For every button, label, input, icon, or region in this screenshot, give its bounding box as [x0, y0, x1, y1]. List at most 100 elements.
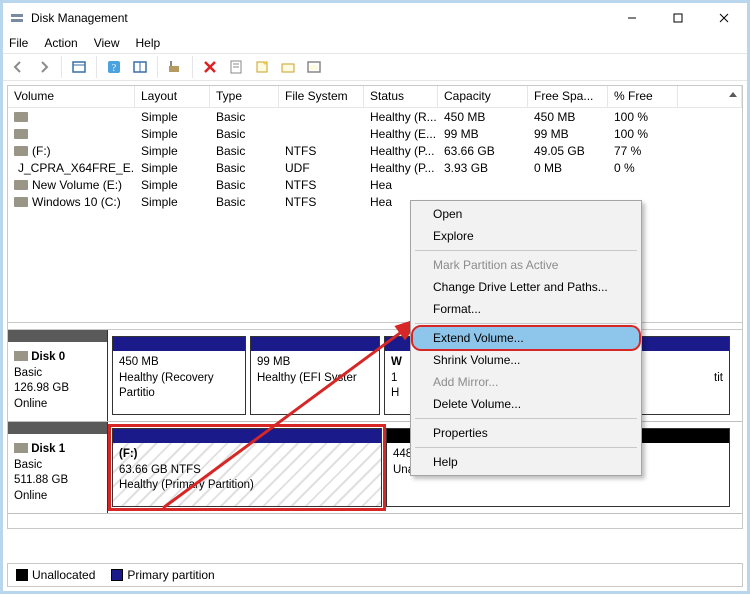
- partition[interactable]: 99 MBHealthy (EFI Syster: [250, 336, 380, 415]
- properties-button[interactable]: [225, 56, 247, 78]
- menu-action[interactable]: Action: [44, 36, 77, 50]
- refresh-button[interactable]: [129, 56, 151, 78]
- col-pctfree[interactable]: % Free: [608, 86, 678, 107]
- volume-icon: [14, 129, 28, 139]
- volume-status: Hea: [364, 176, 438, 193]
- volume-free: 0 MB: [528, 159, 608, 176]
- menu-view[interactable]: View: [94, 36, 120, 50]
- views-button[interactable]: [68, 56, 90, 78]
- volume-name: (F:): [32, 144, 51, 158]
- ctx-change-letter[interactable]: Change Drive Letter and Paths...: [413, 276, 639, 298]
- volume-layout: Simple: [135, 108, 210, 125]
- volume-layout: Simple: [135, 159, 210, 176]
- volume-row[interactable]: New Volume (E:)SimpleBasicNTFSHea: [8, 176, 742, 193]
- volume-type: Basic: [210, 125, 279, 142]
- partition[interactable]: (F:)63.66 GB NTFSHealthy (Primary Partit…: [112, 428, 382, 507]
- menu-help[interactable]: Help: [136, 36, 161, 50]
- ctx-explore[interactable]: Explore: [413, 225, 639, 247]
- col-capacity[interactable]: Capacity: [438, 86, 528, 107]
- col-scroll: [678, 86, 742, 107]
- volume-capacity: 63.66 GB: [438, 142, 528, 159]
- volume-fs: NTFS: [279, 176, 364, 193]
- volume-layout: Simple: [135, 125, 210, 142]
- volume-fs: NTFS: [279, 142, 364, 159]
- col-volume[interactable]: Volume: [8, 86, 135, 107]
- col-freespace[interactable]: Free Spa...: [528, 86, 608, 107]
- help-button[interactable]: ?: [103, 56, 125, 78]
- ctx-delete-volume[interactable]: Delete Volume...: [413, 393, 639, 415]
- volume-fs: UDF: [279, 159, 364, 176]
- menubar: File Action View Help: [3, 33, 747, 53]
- toolbar: ?: [3, 53, 747, 81]
- volume-icon: [14, 112, 28, 122]
- window-title: Disk Management: [31, 11, 609, 25]
- delete-button[interactable]: [199, 56, 221, 78]
- col-status[interactable]: Status: [364, 86, 438, 107]
- volume-icon: [14, 180, 28, 190]
- volume-row[interactable]: SimpleBasicHealthy (E...99 MB99 MB100 %: [8, 125, 742, 142]
- app-icon: [9, 10, 25, 26]
- ctx-add-mirror: Add Mirror...: [413, 371, 639, 393]
- volume-pct: 100 %: [608, 108, 678, 125]
- minimize-button[interactable]: [609, 3, 655, 33]
- maximize-button[interactable]: [655, 3, 701, 33]
- col-type[interactable]: Type: [210, 86, 279, 107]
- ctx-mark-active: Mark Partition as Active: [413, 254, 639, 276]
- titlebar: Disk Management: [3, 3, 747, 33]
- volume-fs: NTFS: [279, 193, 364, 210]
- volume-type: Basic: [210, 193, 279, 210]
- disk-info[interactable]: Disk 1Basic511.88 GBOnline: [8, 422, 108, 513]
- volume-name: J_CPRA_X64FRE_E...: [18, 161, 135, 175]
- partition[interactable]: 450 MBHealthy (Recovery Partitio: [112, 336, 246, 415]
- forward-button[interactable]: [33, 56, 55, 78]
- volume-type: Basic: [210, 159, 279, 176]
- volume-layout: Simple: [135, 193, 210, 210]
- volume-row[interactable]: J_CPRA_X64FRE_E...SimpleBasicUDFHealthy …: [8, 159, 742, 176]
- volume-fs: [279, 108, 364, 125]
- volume-type: Basic: [210, 142, 279, 159]
- ctx-extend-volume[interactable]: Extend Volume...: [413, 327, 639, 349]
- disk-icon: [14, 351, 28, 361]
- volume-row[interactable]: SimpleBasicHealthy (R...450 MB450 MB100 …: [8, 108, 742, 125]
- volume-icon: [14, 146, 28, 156]
- action2-button[interactable]: [303, 56, 325, 78]
- menu-file[interactable]: File: [9, 36, 28, 50]
- volume-layout: Simple: [135, 176, 210, 193]
- ctx-shrink-volume[interactable]: Shrink Volume...: [413, 349, 639, 371]
- volume-capacity: [438, 176, 528, 193]
- volume-free: 49.05 GB: [528, 142, 608, 159]
- volume-pct: 0 %: [608, 159, 678, 176]
- volume-table-header: Volume Layout Type File System Status Ca…: [8, 86, 742, 108]
- action1-button[interactable]: [277, 56, 299, 78]
- volume-capacity: 450 MB: [438, 108, 528, 125]
- ctx-open[interactable]: Open: [413, 203, 639, 225]
- col-layout[interactable]: Layout: [135, 86, 210, 107]
- volume-type: Basic: [210, 176, 279, 193]
- ctx-properties[interactable]: Properties: [413, 422, 639, 444]
- volume-free: [528, 176, 608, 193]
- volume-free: 99 MB: [528, 125, 608, 142]
- volume-status: Healthy (P...: [364, 142, 438, 159]
- volume-type: Basic: [210, 108, 279, 125]
- volume-pct: 100 %: [608, 125, 678, 142]
- back-button[interactable]: [7, 56, 29, 78]
- col-filesystem[interactable]: File System: [279, 86, 364, 107]
- volume-capacity: 3.93 GB: [438, 159, 528, 176]
- new-button[interactable]: [251, 56, 273, 78]
- svg-text:?: ?: [112, 63, 117, 74]
- close-button[interactable]: [701, 3, 747, 33]
- ctx-help[interactable]: Help: [413, 451, 639, 473]
- volume-pct: [608, 176, 678, 193]
- volume-status: Healthy (P...: [364, 159, 438, 176]
- volume-free: 450 MB: [528, 108, 608, 125]
- volume-layout: Simple: [135, 142, 210, 159]
- volume-row[interactable]: (F:) SimpleBasicNTFSHealthy (P...63.66 GB…: [8, 142, 742, 159]
- volume-icon: [14, 197, 28, 207]
- volume-fs: [279, 125, 364, 142]
- ctx-format[interactable]: Format...: [413, 298, 639, 320]
- settings-button[interactable]: [164, 56, 186, 78]
- volume-name: Windows 10 (C:): [32, 195, 121, 209]
- legend-unallocated: Unallocated: [16, 568, 95, 582]
- disk-info[interactable]: Disk 0Basic126.98 GBOnline: [8, 330, 108, 421]
- context-menu: Open Explore Mark Partition as Active Ch…: [410, 200, 642, 476]
